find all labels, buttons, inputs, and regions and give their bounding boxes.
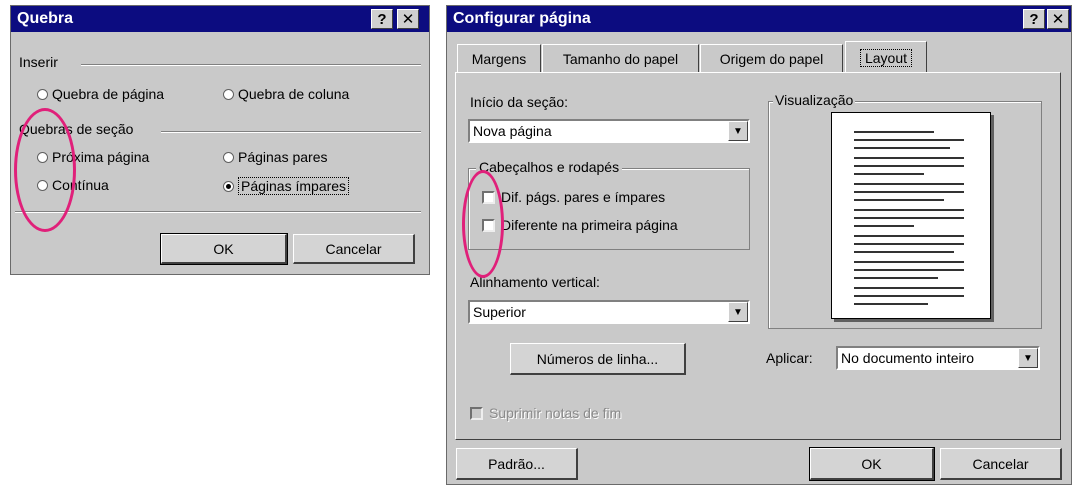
numeros-linha-label: Números de linha... bbox=[536, 350, 659, 367]
padrao-button[interactable]: Padrão... bbox=[456, 448, 578, 480]
radio-quebra-coluna[interactable]: Quebra de coluna bbox=[223, 86, 349, 102]
check-primeira-pagina[interactable]: Diferente na primeira página bbox=[482, 217, 678, 233]
padrao-label: Padrão... bbox=[488, 455, 545, 472]
cancel-button[interactable]: Cancelar bbox=[293, 234, 415, 264]
radio-dot bbox=[37, 151, 48, 163]
config-titlebar[interactable]: Configurar página bbox=[447, 6, 1071, 32]
chevron-down-icon[interactable]: ▼ bbox=[1018, 348, 1038, 368]
secao-label: Quebras de seção bbox=[19, 121, 138, 137]
cabecalhos-label: Cabeçalhos e rodapés bbox=[476, 159, 623, 175]
radio-proxima-pagina[interactable]: Próxima página bbox=[37, 149, 149, 165]
chevron-down-icon[interactable]: ▼ bbox=[728, 121, 748, 141]
alinhamento-value: Superior bbox=[473, 304, 526, 320]
radio-dot bbox=[37, 179, 48, 191]
numeros-linha-button[interactable]: Números de linha... bbox=[510, 343, 686, 375]
chevron-down-icon[interactable]: ▼ bbox=[728, 302, 748, 322]
preview-line bbox=[854, 269, 964, 271]
radio-paginas-pares[interactable]: Páginas pares bbox=[223, 149, 328, 165]
close-icon[interactable]: ✕ bbox=[397, 9, 419, 29]
preview-line bbox=[854, 173, 924, 175]
radio-dot bbox=[223, 88, 234, 100]
preview-line bbox=[854, 251, 954, 253]
tab-tamanho-label: Tamanho do papel bbox=[562, 50, 679, 67]
preview-line bbox=[854, 209, 964, 211]
preview-line bbox=[854, 261, 964, 263]
radio-impares-label: Páginas ímpares bbox=[238, 177, 350, 195]
radio-dot-selected bbox=[223, 180, 234, 192]
radio-quebra-pagina[interactable]: Quebra de página bbox=[37, 86, 164, 102]
alinhamento-select[interactable]: Superior ▼ bbox=[468, 300, 750, 324]
secao-divider bbox=[161, 131, 421, 133]
radio-pares-label: Páginas pares bbox=[238, 149, 328, 165]
preview-line bbox=[854, 191, 964, 193]
preview-line bbox=[854, 139, 964, 141]
help-icon[interactable]: ? bbox=[371, 9, 393, 29]
inserir-divider bbox=[81, 64, 421, 66]
tab-origem-label: Origem do papel bbox=[719, 50, 824, 67]
quebra-titlebar[interactable]: Quebra bbox=[11, 6, 429, 32]
radio-dot bbox=[37, 88, 48, 100]
cabecalhos-group bbox=[468, 168, 750, 250]
radio-paginas-impares[interactable]: Páginas ímpares bbox=[223, 177, 350, 195]
suprimir-label: Suprimir notas de fim bbox=[489, 405, 622, 421]
config-title: Configurar página bbox=[453, 10, 591, 27]
buttons-divider bbox=[15, 211, 421, 213]
preview-line bbox=[854, 287, 964, 289]
preview-line bbox=[854, 295, 964, 297]
preview-line bbox=[854, 131, 934, 133]
aplicar-value: No documento inteiro bbox=[841, 350, 975, 366]
close-icon[interactable]: ✕ bbox=[1047, 9, 1069, 29]
tab-origem-papel[interactable]: Origem do papel bbox=[700, 44, 843, 72]
visualizacao-label: Visualização bbox=[773, 92, 856, 108]
checkbox-box bbox=[470, 406, 483, 420]
radio-continua[interactable]: Contínua bbox=[37, 177, 109, 193]
tab-layout-label: Layout bbox=[859, 48, 913, 67]
inserir-label: Inserir bbox=[19, 54, 62, 70]
radio-continua-label: Contínua bbox=[52, 177, 109, 193]
preview-line bbox=[854, 157, 964, 159]
tab-layout[interactable]: Layout bbox=[845, 41, 927, 73]
preview-line bbox=[854, 199, 944, 201]
aplicar-select[interactable]: No documento inteiro ▼ bbox=[836, 346, 1040, 370]
radio-quebra-pagina-label: Quebra de página bbox=[52, 86, 165, 102]
checkbox-box bbox=[482, 218, 495, 232]
check-suprimir-notas[interactable]: Suprimir notas de fim bbox=[470, 405, 621, 421]
preview-line bbox=[854, 235, 964, 237]
tab-margens[interactable]: Margens bbox=[457, 44, 541, 72]
ok-button[interactable]: OK bbox=[809, 447, 935, 481]
checkbox-box bbox=[482, 190, 495, 204]
preview-line bbox=[854, 225, 914, 227]
preview-line bbox=[854, 147, 950, 149]
radio-proxima-label: Próxima página bbox=[52, 149, 150, 165]
preview-line bbox=[854, 165, 964, 167]
radio-dot bbox=[223, 151, 234, 163]
preview-line bbox=[854, 243, 964, 245]
preview-line bbox=[854, 183, 964, 185]
preview-line bbox=[854, 303, 928, 305]
preview-line bbox=[854, 217, 964, 219]
aplicar-label: Aplicar: bbox=[766, 350, 813, 366]
check-dif-pags[interactable]: Dif. págs. pares e ímpares bbox=[482, 189, 665, 205]
alinhamento-label: Alinhamento vertical: bbox=[470, 274, 600, 290]
check-dif-pags-label: Dif. págs. pares e ímpares bbox=[501, 189, 666, 205]
cancel-button[interactable]: Cancelar bbox=[940, 448, 1062, 480]
preview-line bbox=[854, 277, 938, 279]
radio-quebra-coluna-label: Quebra de coluna bbox=[238, 86, 350, 102]
quebra-dialog: Quebra ? ✕ Inserir Quebra de página Queb… bbox=[10, 5, 430, 275]
ok-button[interactable]: OK bbox=[160, 233, 288, 265]
help-icon[interactable]: ? bbox=[1023, 9, 1045, 29]
inicio-secao-label: Início da seção: bbox=[470, 94, 569, 110]
preview-page bbox=[831, 112, 991, 319]
tab-tamanho-papel[interactable]: Tamanho do papel bbox=[542, 44, 699, 72]
quebra-title: Quebra bbox=[17, 10, 74, 27]
check-primeira-label: Diferente na primeira página bbox=[501, 217, 678, 233]
inicio-secao-select[interactable]: Nova página ▼ bbox=[468, 119, 750, 143]
tab-margens-label: Margens bbox=[471, 50, 527, 67]
inicio-secao-value: Nova página bbox=[473, 123, 552, 139]
